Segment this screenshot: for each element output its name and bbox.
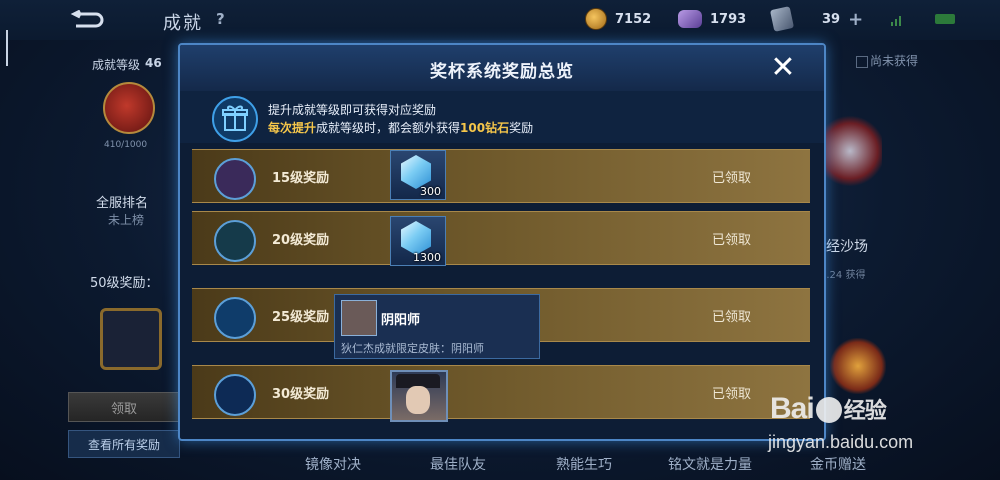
ticket-icon [769, 6, 795, 32]
diamond-icon [401, 155, 431, 189]
reward-level-label: 15级奖励 [272, 171, 330, 186]
reward-quantity: 1300 [413, 251, 441, 264]
spellbook-icon [214, 158, 256, 200]
dialog-title: 奖杯系统奖励总览 [430, 62, 574, 82]
achievement-level-value: 46 [145, 56, 162, 70]
info-text-middle: 成就等级时，都会额外获得 [316, 121, 461, 135]
unobtained-checkbox[interactable] [856, 56, 868, 68]
coin-value: 7152 [615, 11, 652, 27]
reward-tooltip: 阴阳师 狄仁杰成就限定皮肤：阴阳师 [334, 294, 540, 359]
diamond-reward[interactable]: 1300 [390, 216, 446, 266]
info-text-end: 奖励 [509, 121, 534, 135]
top-bar: 成就 ? 7152 1793 39 + [0, 0, 1000, 40]
tooltip-description: 狄仁杰成就限定皮肤：阴阳师 [341, 342, 484, 355]
watermark-url: jingyan.baidu.com [768, 432, 914, 452]
tab-practice[interactable]: 熟能生巧 [556, 454, 612, 474]
battery-icon [935, 14, 955, 24]
coin-icon [585, 8, 607, 30]
boots-icon [214, 220, 256, 262]
add-ticket-button[interactable]: + [848, 9, 863, 30]
edge-indicator [6, 30, 8, 66]
avatar-frame-icon [100, 308, 162, 370]
tooltip-title: 阴阳师 [381, 313, 421, 328]
tab-gold-gift[interactable]: 金币赠送 [810, 454, 866, 474]
trophy-badge-icon [830, 338, 886, 394]
achievement-title: 经沙场 [826, 239, 868, 255]
claimed-status: 已领取 [712, 387, 752, 402]
claimed-status: 已领取 [712, 310, 752, 325]
page-title: 成就 [163, 13, 203, 34]
info-highlight-diamonds: 100钻石 [460, 121, 510, 135]
info-highlight-every: 每次提升 [268, 121, 317, 135]
reward-level-label: 20级奖励 [272, 233, 330, 248]
signal-icon [891, 16, 901, 26]
baidu-watermark-logo: Bai 经验 [770, 392, 887, 426]
gem-counter: 1793 [678, 8, 746, 30]
achievement-emblem-icon [103, 82, 155, 134]
achievement-date: 4.24 获得 [820, 270, 866, 281]
back-arrow-icon[interactable] [70, 10, 106, 30]
gift-icon [212, 96, 258, 142]
tab-inscription[interactable]: 铭文就是力量 [668, 454, 752, 474]
skin-thumbnail-icon [341, 300, 377, 336]
skin-portrait-icon [406, 386, 430, 414]
unobtained-label: 尚未获得 [870, 54, 919, 68]
sword-icon [214, 297, 256, 339]
paw-icon [815, 397, 842, 424]
reward-level-label: 30级奖励 [272, 387, 330, 402]
diamond-reward[interactable]: 300 [390, 150, 446, 200]
gem-value: 1793 [710, 11, 747, 27]
reward-level-label: 25级奖励 [272, 310, 330, 325]
claimed-status: 已领取 [712, 171, 752, 186]
tab-mirror-duel[interactable]: 镜像对决 [305, 454, 361, 474]
close-button[interactable]: ✕ [768, 53, 798, 83]
reward-row-20: 20级奖励 1300 已领取 [192, 211, 810, 266]
achievement-level-label: 成就等级 [92, 58, 141, 72]
server-rank-label: 全服排名 [96, 196, 149, 211]
ticket-value: 39 [822, 11, 841, 27]
claimed-status: 已领取 [712, 233, 752, 248]
reward-overview-dialog: 奖杯系统奖励总览 ✕ 提升成就等级即可获得对应奖励 每次提升成就等级时，都会额外… [178, 43, 826, 441]
ticket-counter: 39 + [769, 6, 863, 32]
diamond-icon [401, 221, 431, 255]
claim-button[interactable]: 领取 [68, 392, 180, 422]
server-rank-value: 未上榜 [108, 213, 145, 227]
armor-icon [214, 374, 256, 416]
trophy-badge-icon [818, 112, 882, 190]
dialog-header: 奖杯系统奖励总览 ✕ [180, 45, 824, 92]
skin-reward[interactable] [390, 370, 448, 422]
reward-quantity: 300 [420, 185, 441, 198]
info-text-line2: 每次提升成就等级时，都会额外获得100钻石奖励 [268, 119, 533, 136]
level50-reward-label: 50级奖励： [90, 276, 159, 291]
gem-icon [678, 10, 702, 28]
watermark-logo-text: Bai [770, 392, 815, 425]
info-text-line1: 提升成就等级即可获得对应奖励 [268, 103, 437, 117]
coin-counter: 7152 [585, 8, 651, 30]
tab-best-teammate[interactable]: 最佳队友 [430, 454, 486, 474]
level-progress-text: 410/1000 [104, 140, 148, 150]
view-all-rewards-button[interactable]: 查看所有奖励 [68, 430, 180, 458]
help-button[interactable]: ? [216, 10, 225, 28]
watermark-logo-cn: 经验 [843, 398, 887, 423]
reward-row-30: 30级奖励 已领取 [192, 365, 810, 422]
reward-row-15: 15级奖励 300 已领取 [192, 149, 810, 203]
